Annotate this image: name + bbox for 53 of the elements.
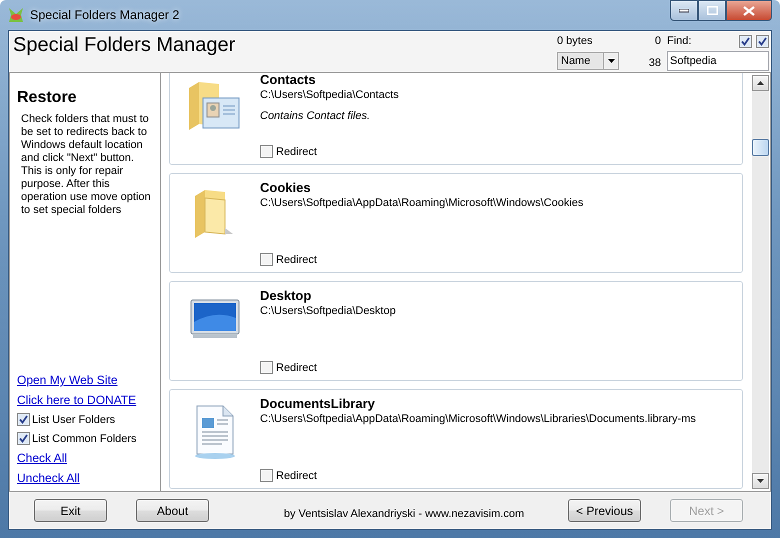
scroll-down-icon [757, 479, 764, 483]
right-button[interactable]: < Previous [568, 499, 641, 522]
app-title: Special Folders Manager [13, 34, 236, 58]
checkbox-label: Redirect [276, 254, 317, 266]
close-icon [743, 6, 755, 16]
find-label: Find: [667, 35, 692, 47]
folder-path: C:\Users\Softpedia\Desktop [260, 305, 397, 317]
folder-name: DocumentsLibrary [260, 396, 376, 411]
folder-name: Contacts [260, 73, 317, 87]
checkbox[interactable] [17, 432, 30, 445]
checkbox[interactable] [756, 34, 769, 48]
sidebar-heading: Restore [17, 89, 78, 107]
search-field[interactable]: Softpedia [667, 51, 769, 71]
count-label: 38 [648, 56, 662, 69]
sidebar-description: Check folders that must to be set to redirects back to Windows default location and click "Next" button. This is only for repair purpose. After this operation use move option to set special folders [21, 113, 152, 217]
app-icon [8, 7, 24, 23]
dropdown-arrow-icon [608, 59, 614, 63]
checkbox[interactable] [17, 413, 30, 426]
checkbox[interactable] [260, 469, 273, 482]
link[interactable]: Click here to DONATE [17, 393, 154, 407]
folder-path: C:\Users\Softpedia\AppData\Roaming\Microsoft\Windows\Libraries\Documents.library-ms [260, 413, 697, 425]
window-title: Special Folders Manager 2 [30, 8, 180, 22]
minimize-button[interactable] [670, 0, 698, 21]
checkbox-label: Redirect [276, 470, 317, 482]
sort-dropdown[interactable]: Name [557, 52, 619, 70]
checkbox[interactable] [260, 253, 273, 266]
maximize-icon [706, 6, 718, 15]
folder-path: C:\Users\Softpedia\AppData\Roaming\Microsoft\Windows\Cookies [260, 197, 584, 209]
close-button[interactable] [726, 0, 772, 21]
checkbox-label: Redirect [276, 146, 317, 158]
scroll-thumb[interactable] [752, 139, 769, 156]
scroll-up-icon [757, 81, 764, 85]
scrollbar[interactable] [752, 75, 769, 489]
checkbox[interactable] [260, 361, 273, 374]
maximize-button[interactable] [698, 0, 726, 21]
size-label: 0 bytes [557, 35, 594, 47]
folder-name: Desktop [260, 288, 312, 303]
checkbox-label: List User Folders [32, 414, 116, 426]
checkbox-label: Redirect [276, 362, 317, 374]
link[interactable]: Open My Web Site [17, 373, 154, 387]
link[interactable]: Uncheck All [17, 471, 154, 485]
count-label: 0 [654, 35, 662, 47]
checkbox[interactable] [739, 34, 752, 48]
link[interactable]: Check All [17, 451, 154, 465]
folder-path: C:\Users\Softpedia\Contacts [260, 89, 400, 101]
checkbox-label: List Common Folders [32, 432, 137, 444]
credit-text: by Ventsislav Alexandriyski - www.nezavisim.com [282, 508, 526, 520]
folder-name: Cookies [260, 180, 312, 195]
folder-description: Contains Contact files. [260, 110, 372, 122]
minimize-icon [679, 8, 689, 12]
left-button[interactable]: Exit [34, 499, 107, 522]
checkbox[interactable] [260, 145, 273, 158]
left-button[interactable]: About [136, 499, 209, 522]
